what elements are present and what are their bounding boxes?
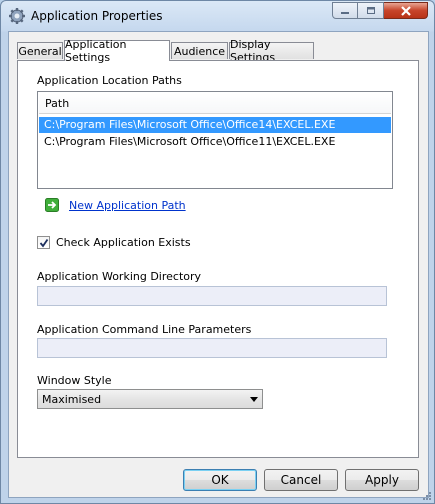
properties-window: Application Properties General Applicati…	[0, 0, 435, 504]
window-style-value: Maximised	[42, 393, 102, 406]
path-column-header[interactable]: Path	[39, 93, 391, 114]
close-button[interactable]	[384, 2, 428, 19]
apply-button[interactable]: Apply	[345, 469, 419, 491]
window-style-select[interactable]: Maximised	[37, 389, 263, 409]
working-directory-label: Application Working Directory	[37, 270, 202, 283]
green-arrow-icon	[45, 198, 59, 212]
paths-list[interactable]: Path C:\Program Files\Microsoft Office\O…	[37, 91, 393, 189]
column-header-label: Path	[45, 97, 70, 110]
window-title: Application Properties	[31, 9, 163, 23]
checkmark-icon	[39, 238, 49, 248]
ok-button[interactable]: OK	[183, 469, 257, 491]
minimize-icon	[341, 11, 349, 14]
tab-display-settings[interactable]: Display Settings	[229, 38, 314, 64]
command-line-label: Application Command Line Parameters	[37, 323, 252, 336]
tab-label: Audience	[173, 44, 226, 58]
check-exists-label: Check Application Exists	[56, 236, 191, 249]
check-exists-row: Check Application Exists	[37, 236, 191, 249]
gear-icon	[9, 8, 25, 24]
check-exists-checkbox[interactable]	[37, 236, 50, 249]
command-line-field[interactable]	[37, 338, 387, 358]
list-item[interactable]: C:\Program Files\Microsoft Office\Office…	[39, 134, 391, 150]
chevron-down-icon	[250, 397, 258, 402]
tab-application-settings[interactable]: Application Settings	[64, 38, 170, 64]
tab-label: Application Settings	[65, 38, 127, 64]
close-icon	[400, 5, 411, 16]
minimize-button[interactable]	[332, 2, 358, 19]
cancel-button[interactable]: Cancel	[264, 469, 338, 491]
tab-panel: Application Location Paths Path C:\Progr…	[17, 60, 419, 458]
tab-label: General	[18, 44, 62, 58]
maximize-icon	[366, 7, 375, 14]
paths-section-label: Application Location Paths	[37, 74, 182, 87]
dialog-client-area: General Application Settings Audience Di…	[8, 31, 429, 498]
tab-audience[interactable]: Audience	[171, 42, 228, 59]
list-item[interactable]: C:\Program Files\Microsoft Office\Office…	[39, 117, 391, 133]
new-path-row: New Application Path	[45, 197, 186, 213]
window-style-label: Window Style	[37, 374, 112, 387]
maximize-button[interactable]	[358, 2, 384, 19]
new-application-path-link[interactable]: New Application Path	[69, 199, 186, 212]
tab-general[interactable]: General	[17, 42, 63, 59]
caption-buttons	[332, 2, 428, 20]
title-bar[interactable]: Application Properties	[1, 1, 434, 31]
resize-grip-icon[interactable]	[422, 491, 432, 501]
working-directory-field[interactable]	[37, 286, 387, 306]
